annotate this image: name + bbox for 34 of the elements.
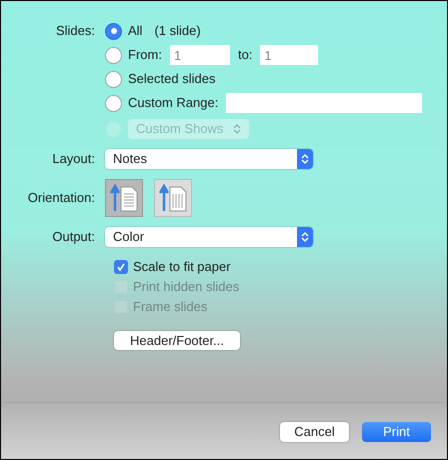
to-label: to:	[238, 46, 252, 64]
field-label: Output:	[51, 228, 96, 246]
radio-label: Selected slides	[128, 70, 216, 88]
field-label: Orientation:	[26, 189, 96, 208]
layout-popup[interactable]: Notes	[105, 149, 313, 169]
slide-count: (1 slide)	[154, 22, 201, 40]
checkbox-label: Frame slides	[133, 298, 208, 316]
print-button[interactable]: Print	[362, 422, 431, 442]
radio-button[interactable]	[105, 70, 122, 88]
radio-label: Custom Range:	[128, 94, 218, 112]
header-footer-button[interactable]: Header/Footer...	[114, 331, 240, 350]
checkbox-label: Print hidden slides	[133, 278, 240, 296]
portrait-orientation-button[interactable]	[105, 179, 143, 217]
radio-button[interactable]	[105, 46, 122, 64]
stepper-icon	[233, 123, 241, 135]
output-popup[interactable]: Color	[105, 227, 313, 247]
arrow-page-icon	[158, 183, 188, 213]
field-label: Slides:	[54, 22, 96, 40]
stepper-icon	[301, 153, 309, 165]
radio-label: All	[128, 22, 142, 40]
checkbox[interactable]	[114, 260, 128, 274]
checkbox-label: Scale to fit paper	[133, 258, 231, 276]
radio-label: From:	[128, 46, 162, 64]
from-field[interactable]: 1	[170, 45, 230, 65]
custom-range-field[interactable]	[226, 93, 422, 113]
radio-button[interactable]	[105, 22, 122, 40]
to-field[interactable]: 1	[260, 45, 318, 65]
radio-button[interactable]	[105, 94, 122, 112]
field-label: Layout:	[51, 150, 96, 168]
cancel-button[interactable]: Cancel	[280, 422, 349, 442]
stepper-icon	[301, 231, 309, 243]
landscape-orientation-button[interactable]	[154, 179, 192, 217]
arrow-page-icon	[109, 183, 139, 213]
checkmark-icon	[116, 262, 126, 272]
